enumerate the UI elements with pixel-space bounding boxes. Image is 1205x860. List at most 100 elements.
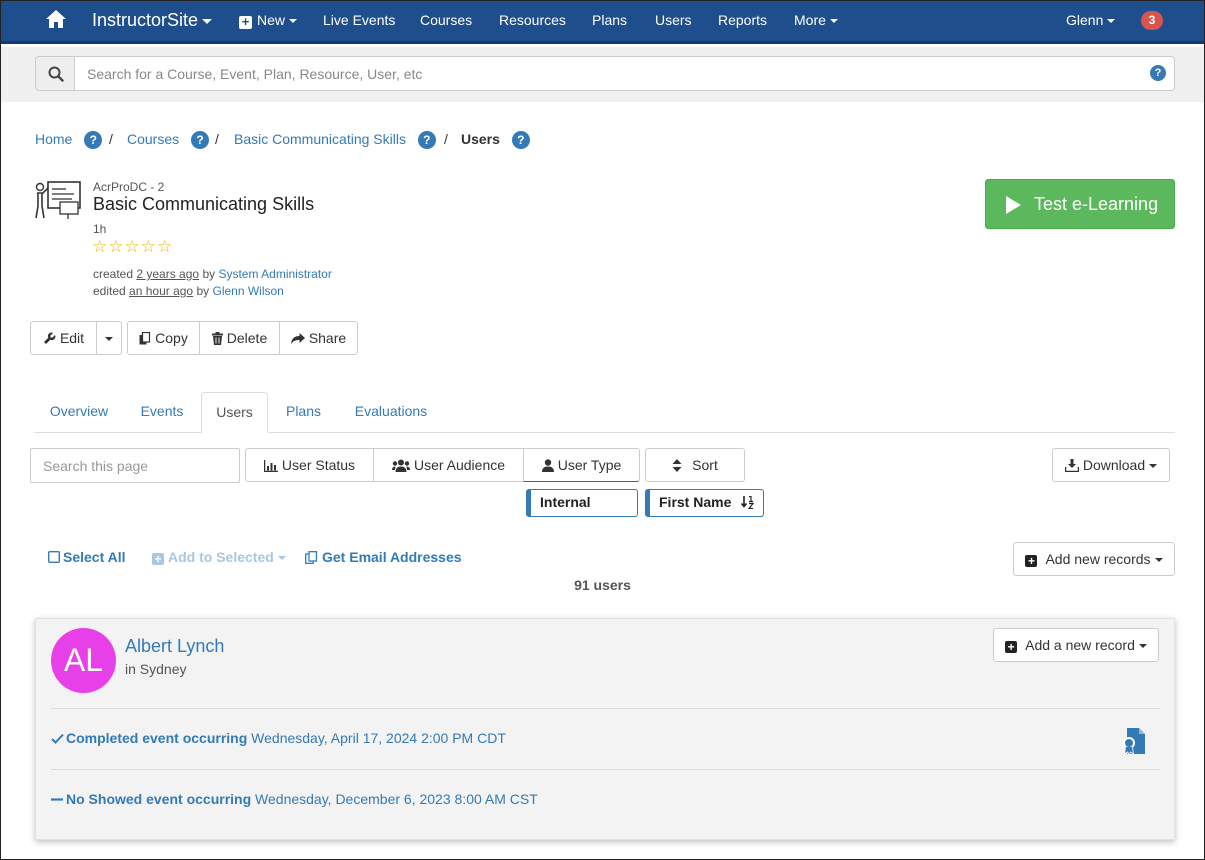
tab-plans[interactable]: Plans bbox=[272, 392, 335, 432]
help-icon[interactable]: ? bbox=[417, 131, 436, 149]
nav-more[interactable]: More bbox=[794, 0, 838, 40]
trash-icon bbox=[211, 332, 223, 345]
created-meta: created 2 years ago by System Administra… bbox=[93, 267, 332, 281]
help-icon[interactable]: ? bbox=[191, 131, 210, 149]
breadcrumb-courses[interactable]: Courses bbox=[127, 131, 179, 147]
edit-button[interactable]: Edit bbox=[30, 321, 97, 355]
home-icon[interactable] bbox=[45, 0, 67, 40]
breadcrumb-separator: / bbox=[444, 131, 448, 147]
test-elearning-button[interactable]: Test e-Learning bbox=[985, 179, 1175, 229]
play-icon bbox=[1006, 196, 1021, 214]
top-navbar: InstructorSite + New Live Events Courses … bbox=[0, 0, 1205, 44]
download-button[interactable]: Download bbox=[1052, 448, 1170, 482]
event-date: Wednesday, April 17, 2024 2:00 PM CDT bbox=[251, 730, 506, 746]
created-prefix: created bbox=[93, 267, 134, 281]
copy-button[interactable]: Copy bbox=[127, 321, 200, 355]
course-duration: 1h bbox=[93, 222, 107, 236]
nav-live-events[interactable]: Live Events bbox=[323, 0, 395, 40]
created-ago: 2 years ago bbox=[136, 267, 200, 281]
breadcrumb-separator: / bbox=[215, 131, 219, 147]
nav-plans[interactable]: Plans bbox=[592, 0, 627, 40]
nav-users[interactable]: Users bbox=[655, 0, 692, 40]
event-status: Completed event occurring bbox=[66, 730, 248, 746]
chevron-down-icon bbox=[202, 18, 213, 24]
sort-chip[interactable]: First Name bbox=[645, 489, 764, 517]
presentation-icon bbox=[34, 180, 82, 220]
chevron-down-icon bbox=[277, 556, 286, 561]
event-row[interactable]: Completed event occurring Wednesday, Apr… bbox=[51, 730, 506, 746]
global-search-input[interactable] bbox=[74, 56, 1175, 91]
user-status-filter[interactable]: User Status bbox=[245, 448, 374, 482]
global-search-bar: ? bbox=[0, 47, 1205, 102]
nav-resources[interactable]: Resources bbox=[499, 0, 566, 40]
user-icon bbox=[541, 459, 554, 472]
help-icon[interactable]: ? bbox=[1150, 65, 1166, 81]
help-icon[interactable]: ? bbox=[511, 131, 530, 149]
plus-square-icon: + bbox=[239, 15, 252, 29]
tab-overview[interactable]: Overview bbox=[38, 392, 120, 432]
add-to-selected-label: Add to Selected bbox=[168, 549, 274, 565]
course-title: Basic Communicating Skills bbox=[93, 194, 315, 214]
user-type-label: User Type bbox=[557, 457, 622, 473]
edited-ago: an hour ago bbox=[129, 284, 194, 298]
user-status-label: User Status bbox=[281, 457, 356, 473]
add-new-record-button[interactable]: + Add a new record bbox=[993, 628, 1159, 662]
notification-badge[interactable]: 3 bbox=[1141, 11, 1163, 30]
nav-courses[interactable]: Courses bbox=[420, 0, 472, 40]
tab-evaluations[interactable]: Evaluations bbox=[343, 392, 439, 432]
new-menu[interactable]: + New bbox=[239, 0, 298, 40]
get-email-addresses-button[interactable]: Get Email Addresses bbox=[305, 549, 462, 565]
avatar[interactable]: AL bbox=[51, 628, 116, 693]
add-new-records-button[interactable]: + Add new records bbox=[1013, 542, 1175, 576]
created-by-link[interactable]: System Administrator bbox=[218, 267, 331, 281]
add-to-selected-button[interactable]: + Add to Selected bbox=[152, 549, 286, 565]
more-label: More bbox=[794, 12, 826, 28]
new-label: New bbox=[257, 12, 286, 28]
delete-label: Delete bbox=[226, 330, 268, 346]
help-icon[interactable]: ? bbox=[84, 131, 103, 149]
test-elearning-label: Test e-Learning bbox=[1034, 194, 1159, 214]
brand-menu[interactable]: InstructorSite bbox=[92, 0, 213, 40]
certificate-icon[interactable] bbox=[1121, 727, 1147, 758]
get-email-label: Get Email Addresses bbox=[322, 549, 462, 565]
copy-icon bbox=[305, 551, 318, 564]
user-type-filter[interactable]: User Type bbox=[523, 448, 640, 482]
share-label: Share bbox=[308, 330, 347, 346]
event-date: Wednesday, December 6, 2023 8:00 AM CST bbox=[255, 791, 538, 807]
select-all-button[interactable]: Select All bbox=[47, 549, 126, 565]
download-label: Download bbox=[1082, 457, 1146, 473]
breadcrumb-course[interactable]: Basic Communicating Skills bbox=[234, 131, 406, 147]
chevron-down-icon bbox=[289, 19, 298, 24]
user-name: Glenn bbox=[1066, 12, 1104, 28]
chevron-down-icon bbox=[1154, 558, 1163, 563]
event-row[interactable]: No Showed event occurring Wednesday, Dec… bbox=[51, 791, 538, 807]
user-menu[interactable]: Glenn bbox=[1066, 0, 1116, 40]
user-count: 91 users bbox=[574, 577, 631, 593]
tab-events[interactable]: Events bbox=[126, 392, 198, 432]
bar-chart-icon bbox=[263, 460, 278, 472]
edited-by-link[interactable]: Glenn Wilson bbox=[212, 284, 283, 298]
search-icon[interactable] bbox=[35, 56, 75, 91]
share-icon bbox=[290, 333, 305, 344]
nav-reports[interactable]: Reports bbox=[718, 0, 767, 40]
user-name-link[interactable]: Albert Lynch bbox=[125, 636, 224, 657]
chevron-down-icon bbox=[1149, 464, 1158, 469]
edit-dropdown-toggle[interactable] bbox=[96, 321, 122, 355]
delete-button[interactable]: Delete bbox=[199, 321, 280, 355]
copy-label: Copy bbox=[155, 330, 188, 346]
chevron-down-icon bbox=[105, 337, 113, 342]
sort-icon bbox=[672, 459, 682, 472]
select-all-label: Select All bbox=[63, 549, 126, 565]
breadcrumb-home[interactable]: Home bbox=[35, 131, 72, 147]
sort-desc-icon bbox=[741, 495, 755, 510]
copy-icon bbox=[139, 332, 151, 345]
rating-stars[interactable]: ☆☆☆☆☆ bbox=[92, 237, 173, 257]
dash-icon bbox=[51, 798, 63, 801]
share-button[interactable]: Share bbox=[279, 321, 358, 355]
sort-button[interactable]: Sort bbox=[645, 448, 745, 482]
user-audience-filter[interactable]: User Audience bbox=[373, 448, 524, 482]
tab-users[interactable]: Users bbox=[201, 392, 268, 433]
edit-label: Edit bbox=[59, 330, 85, 346]
user-type-chip[interactable]: Internal bbox=[526, 489, 638, 517]
page-search-input[interactable] bbox=[30, 448, 240, 483]
